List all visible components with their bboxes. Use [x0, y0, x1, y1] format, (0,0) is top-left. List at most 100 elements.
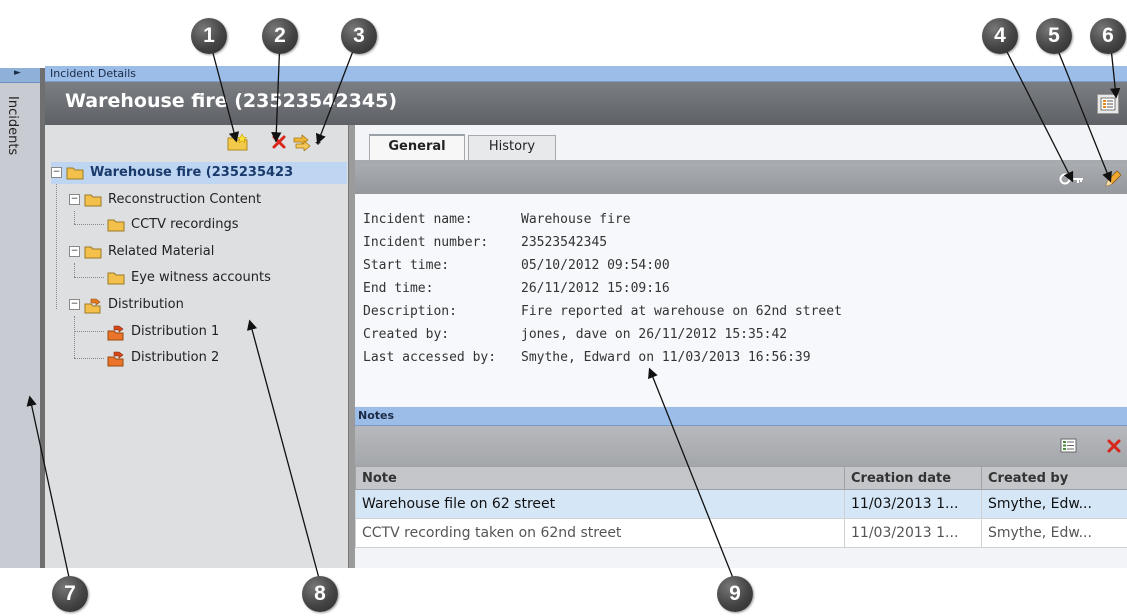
distribute-icon: [293, 134, 321, 152]
created-by-cell: Smythe, Edw...: [981, 489, 1127, 519]
folder-icon: [107, 271, 125, 285]
tab-bar: General History: [355, 125, 1127, 162]
access-key-button[interactable]: [1059, 171, 1085, 191]
created-by-value: jones, dave on 26/11/2012 15:35:42: [521, 327, 788, 342]
tree-item-related-material[interactable]: − Related Material: [69, 241, 214, 263]
folder-icon: [107, 218, 125, 232]
distribution-icon: [107, 351, 125, 366]
collapse-icon[interactable]: −: [51, 167, 62, 178]
callout-badge: 6: [1090, 18, 1126, 54]
expand-sidebar-button[interactable]: ►: [0, 68, 40, 83]
tree-guide: [74, 211, 75, 224]
note-cell: Warehouse file on 62 street: [355, 489, 845, 519]
column-header-note[interactable]: Note: [355, 466, 845, 490]
tree-item-label: Related Material: [108, 244, 215, 259]
callout-badge: 4: [982, 18, 1018, 54]
incident-title: Warehouse fire (23523542345): [65, 90, 398, 112]
note-cell: CCTV recording taken on 62nd street: [355, 518, 845, 548]
notes-table: Note Creation date Created by Warehouse …: [355, 466, 1127, 548]
end-time-label: End time:: [363, 281, 434, 296]
tree-guide: [56, 184, 57, 309]
notes-bar: Notes: [355, 407, 1127, 426]
callout-badge: 9: [717, 576, 753, 612]
new-folder-button[interactable]: [227, 133, 249, 155]
delete-button[interactable]: [271, 134, 287, 154]
details-panel: General History Incident name: Warehouse…: [355, 125, 1127, 568]
tree-item-reconstruction-content[interactable]: − Reconstruction Content: [69, 189, 261, 211]
tree-guide: [74, 331, 104, 332]
callout-badge: 2: [262, 18, 298, 54]
notes-title: Notes: [358, 409, 395, 422]
tree-guide: [74, 224, 104, 225]
tree-item-label: Distribution: [108, 297, 184, 312]
notes-toolbar: [355, 426, 1127, 466]
tree-item-label: CCTV recordings: [131, 217, 239, 232]
description-value: Fire reported at warehouse on 62nd stree…: [521, 304, 842, 319]
distribution-icon: [84, 298, 102, 313]
tree-item-warehouse-fire[interactable]: − Warehouse fire (235235423: [51, 162, 347, 184]
tree-item-eye-witness-accounts[interactable]: Eye witness accounts: [107, 267, 271, 289]
distribute-menu-button[interactable]: [292, 133, 322, 155]
tab-general[interactable]: General: [369, 134, 465, 162]
table-row[interactable]: CCTV recording taken on 62nd street 11/0…: [355, 518, 1127, 548]
tree-toolbar: [45, 125, 348, 160]
incident-details-title: Incident Details: [50, 67, 136, 80]
created-by-cell: Smythe, Edw...: [981, 518, 1127, 548]
incident-number-label: Incident number:: [363, 235, 489, 250]
tree-item-label: Eye witness accounts: [131, 270, 271, 285]
add-note-button[interactable]: [1060, 438, 1078, 458]
edit-button[interactable]: [1103, 169, 1122, 193]
key-icon: [1059, 173, 1083, 185]
distribution-icon: [107, 325, 125, 340]
callout-badge: 5: [1036, 18, 1072, 54]
tree-item-distribution-1[interactable]: Distribution 1: [107, 321, 219, 343]
tree-item-distribution-2[interactable]: Distribution 2: [107, 347, 219, 369]
tree-guide: [74, 277, 104, 278]
column-header-created-by[interactable]: Created by: [981, 466, 1127, 490]
incident-info: Incident name: Warehouse fire Incident n…: [355, 194, 1127, 406]
start-time-value: 05/10/2012 09:54:00: [521, 258, 670, 273]
pencil-icon: [1105, 170, 1122, 187]
creation-date-cell: 11/03/2013 1...: [844, 489, 982, 519]
chevron-right-icon: ►: [14, 68, 21, 78]
callout-badge: 7: [52, 576, 88, 612]
tab-history[interactable]: History: [468, 135, 556, 160]
general-toolbar: [355, 164, 1127, 194]
incident-details-bar: Incident Details: [45, 66, 1127, 82]
folder-icon: [84, 245, 102, 259]
delete-icon: [272, 135, 286, 149]
last-accessed-label: Last accessed by:: [363, 350, 497, 365]
note-list-icon: [1060, 438, 1077, 453]
column-header-creation-date[interactable]: Creation date: [844, 466, 982, 490]
new-folder-icon: [227, 133, 248, 151]
start-time-label: Start time:: [363, 258, 450, 273]
callout-badge: 1: [191, 18, 227, 54]
tree-item-label: Distribution 2: [131, 350, 220, 365]
tree-item-cctv-recordings[interactable]: CCTV recordings: [107, 214, 239, 236]
tree-item-label: Distribution 1: [131, 324, 220, 339]
end-time-value: 26/11/2012 15:09:16: [521, 281, 670, 296]
delete-note-button[interactable]: [1106, 438, 1122, 458]
incident-tree-panel: − Warehouse fire (235235423 − Reconstructi…: [45, 125, 348, 568]
collapse-icon[interactable]: −: [69, 246, 80, 257]
callout-badge: 3: [341, 18, 377, 54]
delete-icon: [1107, 439, 1121, 453]
folder-icon: [66, 166, 84, 180]
table-row[interactable]: Warehouse file on 62 street 11/03/2013 1…: [355, 489, 1127, 519]
creation-date-cell: 11/03/2013 1...: [844, 518, 982, 548]
folder-icon: [84, 193, 102, 207]
description-label: Description:: [363, 304, 457, 319]
callout-badge: 8: [302, 576, 338, 612]
properties-button[interactable]: [1097, 94, 1119, 114]
collapse-icon[interactable]: −: [69, 194, 80, 205]
created-by-label: Created by:: [363, 327, 450, 342]
tree-guide: [74, 316, 75, 358]
list-properties-icon: [1100, 97, 1116, 111]
incident-name-value: Warehouse fire: [521, 212, 631, 227]
incident-number-value: 23523542345: [521, 235, 608, 250]
tree-item-label: Reconstruction Content: [108, 192, 262, 207]
sidebar-label: Incidents: [5, 96, 20, 156]
tree-item-distribution[interactable]: − Distribution: [69, 294, 184, 316]
collapse-icon[interactable]: −: [69, 299, 80, 310]
tree-item-label: Warehouse fire (235235423: [90, 165, 294, 180]
